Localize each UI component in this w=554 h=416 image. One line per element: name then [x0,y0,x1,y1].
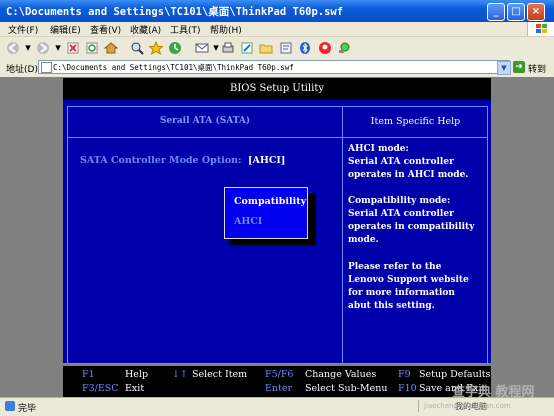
discuss-icon[interactable] [279,41,293,55]
sata-mode-label: SATA Controller Mode Option: [80,155,242,166]
address-dropdown-icon[interactable]: ▼ [497,61,511,75]
bios-title: BIOS Setup Utility [229,83,325,94]
refresh-icon[interactable] [85,41,99,55]
key-f9: F9 [398,369,411,380]
menu-tools[interactable]: 工具(T) [170,23,201,36]
key-arrows-desc: Select Item [192,369,248,380]
mode-select-popup [224,187,308,239]
section-title: Serail ATA (SATA) [159,116,251,126]
help-text-line: AHCI mode: [348,144,409,154]
help-text-line: operates in compatibility [348,222,475,232]
home-icon[interactable] [103,41,119,55]
maximize-button[interactable]: □ [507,3,525,21]
help-text-line: Serial ATA controller [348,157,454,167]
research-icon[interactable] [337,41,351,55]
bluetooth-icon[interactable] [298,41,312,55]
toolbar [0,37,554,60]
address-label: 地址(D) [6,65,38,75]
address-value: C:\Documents and Settings\TC101\桌面\Think… [53,63,294,72]
help-title: Item Specific Help [370,116,461,127]
menu-view[interactable]: 查看(V) [90,23,121,36]
help-text-line: mode. [348,235,379,245]
forward-icon[interactable] [36,41,50,55]
key-f1-desc: Help [125,369,149,380]
key-enter: Enter [265,383,293,394]
menu-edit[interactable]: 编辑(E) [50,23,81,36]
mail-icon[interactable] [195,41,209,55]
stop-icon[interactable] [66,41,80,55]
key-f5f6-desc: Change Values [305,369,377,380]
key-f5f6: F5/F6 [265,369,294,380]
divider [343,137,488,138]
go-button[interactable]: 转到 [528,62,546,75]
popup-option-ahci[interactable]: AHCI [234,216,262,227]
menu-bar [0,22,554,37]
messenger-icon[interactable] [318,41,332,55]
help-text-line: Lenovo Support website [348,275,469,285]
windows-logo-icon [527,22,554,36]
back-icon[interactable] [6,41,20,55]
key-f3-desc: Exit [125,383,145,394]
go-arrow-icon[interactable]: ➜ [513,61,525,73]
history-icon[interactable] [168,41,182,55]
forward-dropdown-icon[interactable]: ▾ [51,41,65,55]
watermark: 查字典 教程网 [452,385,535,400]
key-f3: F3/ESC [82,383,119,394]
watermark-url: jiaocheng.chazidian.com [424,402,511,410]
key-f10: F10 [398,383,417,394]
help-text-line: for more information [348,288,455,298]
page-icon [41,62,52,73]
back-dropdown-icon[interactable]: ▾ [21,41,35,55]
status-text: 完毕 [18,404,37,414]
search-icon[interactable] [130,41,144,55]
page-done-icon [5,401,15,411]
edit-icon[interactable] [240,41,254,55]
key-f1: F1 [82,369,95,380]
help-text-line: Compatibility mode: [348,196,451,206]
help-text-line: abut this setting. [348,301,435,311]
popup-option-compatibility[interactable]: Compatibility [234,196,306,207]
sata-mode-value[interactable]: [AHCI] [248,155,285,166]
menu-favorites[interactable]: 收藏(A) [130,23,161,36]
key-arrows: ↓↑ [172,369,188,380]
divider [67,137,343,138]
window-title: C:\Documents and Settings\TC101\桌面\Think… [6,6,344,18]
help-text-line: Please refer to the [348,262,442,272]
favorites-icon[interactable] [148,40,164,56]
key-f9-desc: Setup Defaults [419,369,491,380]
help-text-line: Serial ATA controller [348,209,454,219]
help-text-line: operates in AHCI mode. [348,170,469,180]
close-button[interactable]: × [527,3,545,21]
print-icon[interactable] [221,41,235,55]
minimize-button[interactable]: _ [487,3,505,21]
key-enter-desc: Select Sub-Menu [305,383,388,394]
folder-icon[interactable] [259,41,273,55]
menu-help[interactable]: 帮助(H) [210,23,242,36]
menu-file[interactable]: 文件(F) [8,23,38,36]
